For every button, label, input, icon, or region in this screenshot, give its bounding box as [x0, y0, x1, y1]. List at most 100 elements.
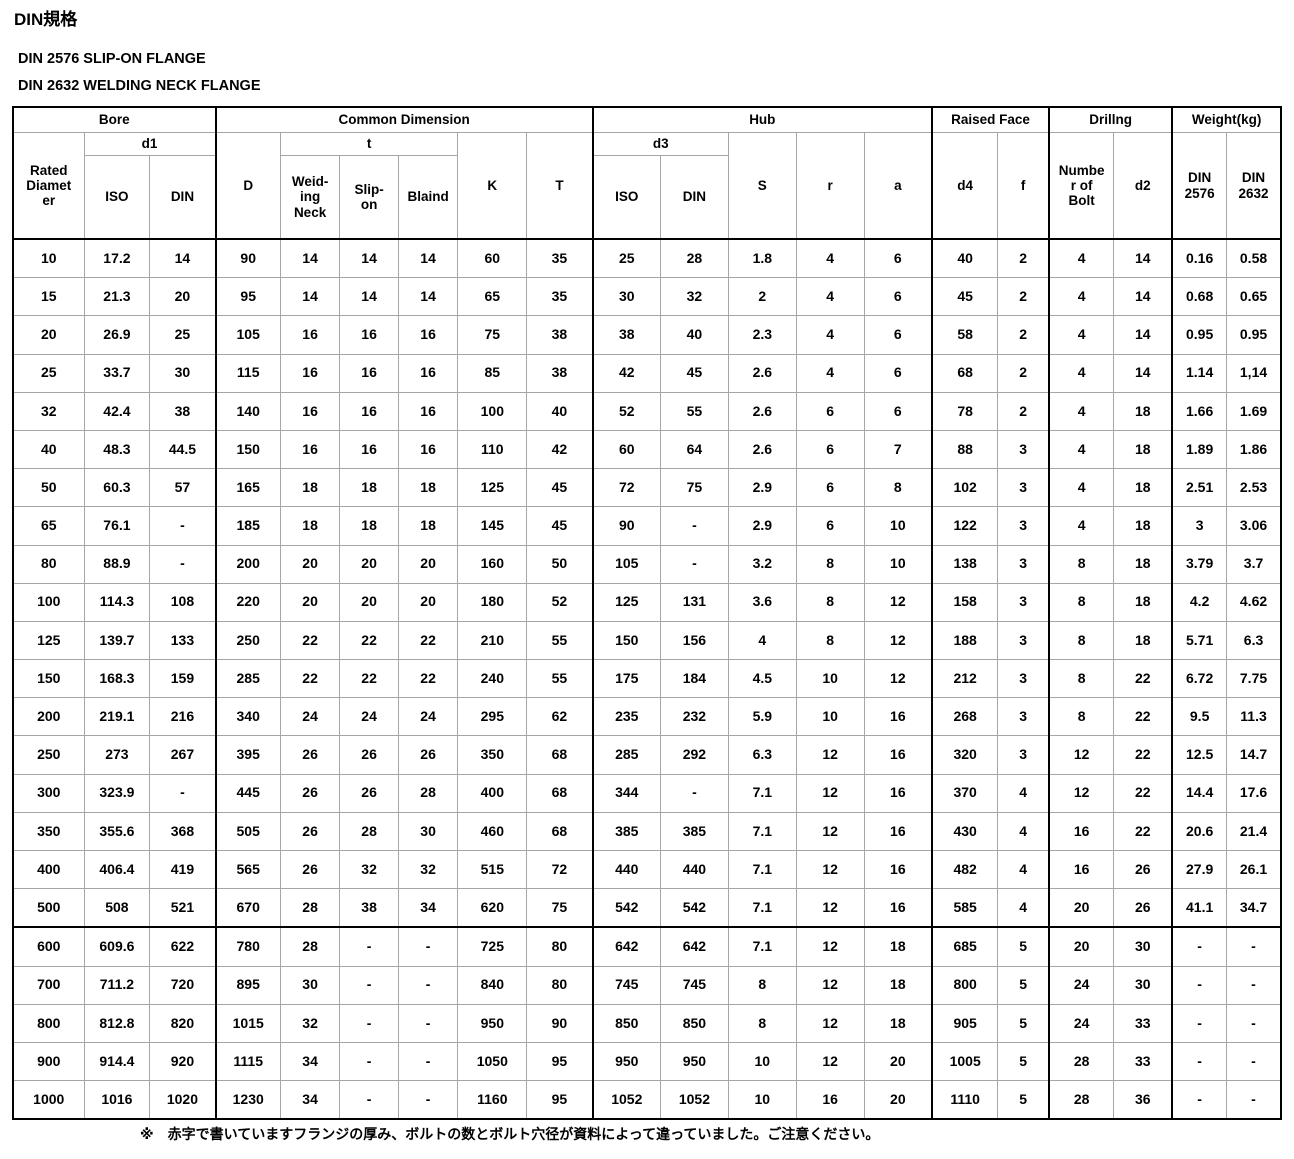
table-cell: 42 [526, 429, 594, 470]
table-cell: 16 [339, 315, 399, 355]
number-of-bolt-line-1: Numbe [1058, 162, 1105, 178]
table-cell: 14 [397, 277, 459, 317]
table-cell: 1.69 [1226, 391, 1283, 431]
table-cell: 385 [591, 811, 661, 852]
table-cell: 1052 [591, 1080, 661, 1121]
table-cell: 500 [11, 888, 85, 929]
table-cell: 40 [931, 238, 999, 279]
table-cell-highlighted: 34 [397, 888, 459, 929]
table-cell: 3.6 [727, 582, 797, 622]
table-cell: 8 [727, 965, 797, 1005]
table-cell: 12 [795, 926, 865, 967]
table-cell: 28 [1048, 1041, 1115, 1082]
table-cell: 8 [863, 468, 933, 508]
table-cell: 3.06 [1226, 506, 1283, 546]
table-cell: 5.71 [1171, 620, 1228, 661]
table-cell: 165 [214, 468, 281, 508]
subtitle-welding-neck-flange: DIN 2632 WELDING NECK FLANGE [18, 78, 261, 94]
table-cell: 32 [339, 849, 399, 890]
table-cell: 8 [1048, 582, 1115, 622]
table-cell: - [149, 544, 217, 584]
table-cell: 16 [397, 353, 459, 393]
table-cell: 62 [526, 697, 594, 737]
welding-neck-line-3: Neck [293, 204, 327, 220]
table-cell: 18 [279, 468, 341, 508]
table-cell: 14 [1113, 277, 1173, 317]
table-cell: 800 [11, 1003, 85, 1043]
table-cell: 210 [457, 620, 528, 661]
table-row: 300 323.9-445 26 26 28 400 68 344-7.1 12 16 370 4 12… [11, 773, 1283, 813]
table-cell: 20 [863, 1041, 933, 1082]
table-cell: 90 [591, 506, 661, 546]
table-cell: 150 [11, 659, 85, 699]
table-row: 50 60.3 57 165 18 18 18 125 45 72 75 2.9 6 8 102 3 4 18 2.… [11, 468, 1283, 508]
table-cell: 0.16 [1171, 238, 1228, 279]
col-slip-on: Slip- on [339, 155, 399, 240]
table-cell: 26.9 [83, 315, 151, 355]
table-cell: 8 [1048, 659, 1115, 699]
table-cell: 3 [997, 429, 1050, 470]
table-cell: 20 [149, 277, 217, 317]
table-cell: 12.5 [1171, 735, 1228, 775]
table-cell: - [339, 965, 399, 1005]
table-cell: 12 [795, 888, 865, 929]
table-cell: 12 [1048, 773, 1115, 813]
table-cell: 26 [279, 773, 341, 813]
table-cell: 41.1 [1171, 888, 1228, 929]
table-cell: 5 [997, 1041, 1050, 1082]
table-cell: 48.3 [83, 429, 151, 470]
table-cell: 14 [149, 238, 217, 279]
table-cell: 1,14 [1226, 353, 1283, 393]
table-cell: 34.7 [1226, 888, 1283, 929]
table-cell: 100 [11, 582, 85, 622]
table-cell: 720 [149, 965, 217, 1005]
table-cell: 4 [1048, 429, 1115, 470]
table-cell: 50 [11, 468, 85, 508]
table-cell: 20 [397, 544, 459, 584]
din-2576-line-2: 2576 [1184, 185, 1215, 201]
table-cell-highlighted: 26 [1113, 888, 1173, 929]
table-cell: - [1226, 1003, 1283, 1043]
table-cell: 295 [457, 697, 528, 737]
table-cell: 1052 [659, 1080, 729, 1121]
col-T: T [526, 132, 594, 240]
table-row: 400 406.4 419 565 26 32 32 515 72 440 440 7.1 12 16 48… [11, 849, 1283, 890]
table-cell: 20 [279, 544, 341, 584]
table-cell: 9.5 [1171, 697, 1228, 737]
table-cell: 138 [931, 544, 999, 584]
table-cell: 38 [526, 353, 594, 393]
table-cell: 10 [11, 238, 85, 279]
table-cell: 38 [339, 888, 399, 929]
table-cell: 68 [931, 353, 999, 393]
table-cell: 3 [997, 659, 1050, 699]
table-cell: 200 [214, 544, 281, 584]
table-cell: 400 [11, 849, 85, 890]
table-cell: 609.6 [83, 926, 151, 967]
table-cell: - [149, 506, 217, 546]
table-row: 25 33.7 30 115 16 16 16 85 38 42 45 2.6 4 6 68 2 4 14 1.14… [11, 353, 1283, 393]
table-cell: 250 [214, 620, 281, 661]
table-cell: 700 [11, 965, 85, 1005]
table-cell: 10 [863, 544, 933, 584]
table-cell: 90 [526, 1003, 594, 1043]
table-cell: 1020 [149, 1080, 217, 1121]
subgroup-t: t [279, 132, 459, 156]
table-cell: 2 [997, 238, 1050, 279]
table-cell: 1.8 [727, 238, 797, 279]
table-cell: 158 [931, 582, 999, 622]
table-cell: 7.1 [727, 773, 797, 813]
table-cell: 38 [591, 315, 661, 355]
table-cell: 26 [397, 735, 459, 775]
table-cell: 6 [863, 353, 933, 393]
table-cell: 20 [339, 582, 399, 622]
table-cell-highlighted: 26 [1113, 849, 1173, 890]
table-cell: 58 [931, 315, 999, 355]
col-d4: d4 [931, 132, 999, 240]
table-row: 250 273 267 395 26 26 26 350 68 285 292 6.3 12 16 320 3… [11, 735, 1283, 775]
table-cell: - [339, 1080, 399, 1121]
table-cell-highlighted: 22 [1113, 697, 1173, 737]
table-cell: 0.95 [1226, 315, 1283, 355]
table-cell: 440 [659, 849, 729, 890]
table-cell: 45 [659, 353, 729, 393]
table-cell: 88.9 [83, 544, 151, 584]
